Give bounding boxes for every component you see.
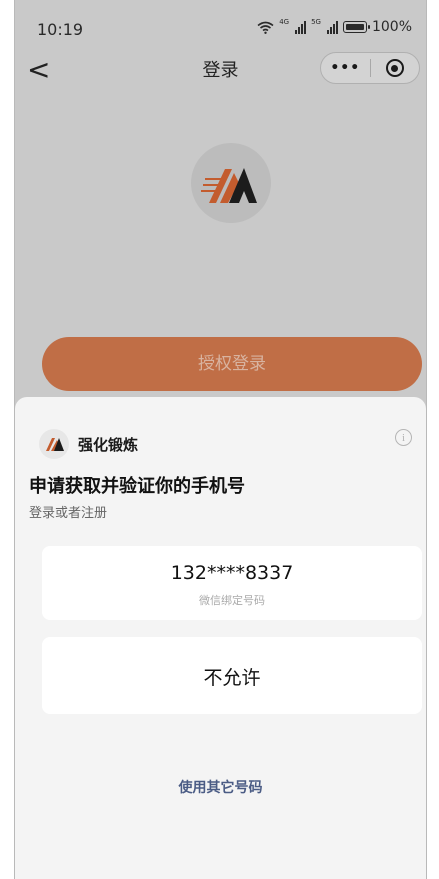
phone-screen: 10:19 4G 5G 100% < 登录 ••• 授权登录 强化锻炼 i 申请… bbox=[14, 0, 427, 879]
battery-icon bbox=[342, 21, 370, 33]
network-type-label: 4G bbox=[279, 18, 290, 26]
phone-number: 132****8337 bbox=[170, 562, 294, 584]
app-logo bbox=[191, 143, 271, 223]
info-icon[interactable]: i bbox=[395, 429, 412, 446]
deny-button[interactable]: 不允许 bbox=[42, 637, 422, 714]
close-miniprogram-button[interactable] bbox=[371, 59, 420, 77]
wifi-icon bbox=[257, 21, 274, 34]
more-menu-button[interactable]: ••• bbox=[321, 60, 370, 76]
target-icon bbox=[385, 59, 404, 77]
nav-bar: < 登录 ••• bbox=[15, 52, 426, 92]
logo-icon bbox=[201, 168, 257, 203]
signal-icon bbox=[326, 20, 338, 34]
battery-level: 100% bbox=[371, 19, 412, 35]
miniprogram-capsule: ••• bbox=[320, 52, 420, 84]
status-icons: 4G 5G 100% bbox=[257, 18, 412, 35]
request-subtitle: 登录或者注册 bbox=[29, 506, 108, 521]
signal-icon bbox=[295, 20, 307, 34]
phone-authorization-sheet: 强化锻炼 i 申请获取并验证你的手机号 登录或者注册 132****8337 微… bbox=[15, 397, 426, 879]
authorize-login-button[interactable]: 授权登录 bbox=[42, 337, 422, 391]
network-type-label: 5G bbox=[311, 18, 321, 26]
deny-label: 不允许 bbox=[203, 667, 261, 689]
app-info-row: 强化锻炼 bbox=[39, 429, 138, 459]
app-name: 强化锻炼 bbox=[78, 435, 139, 454]
status-bar: 10:19 4G 5G 100% bbox=[15, 0, 426, 52]
status-time: 10:19 bbox=[37, 20, 84, 39]
request-title: 申请获取并验证你的手机号 bbox=[29, 476, 245, 497]
phone-number-option[interactable]: 132****8337 微信绑定号码 bbox=[42, 546, 422, 620]
phone-number-note: 微信绑定号码 bbox=[199, 594, 265, 607]
use-other-number-link[interactable]: 使用其它号码 bbox=[15, 777, 426, 797]
app-icon bbox=[39, 429, 69, 459]
